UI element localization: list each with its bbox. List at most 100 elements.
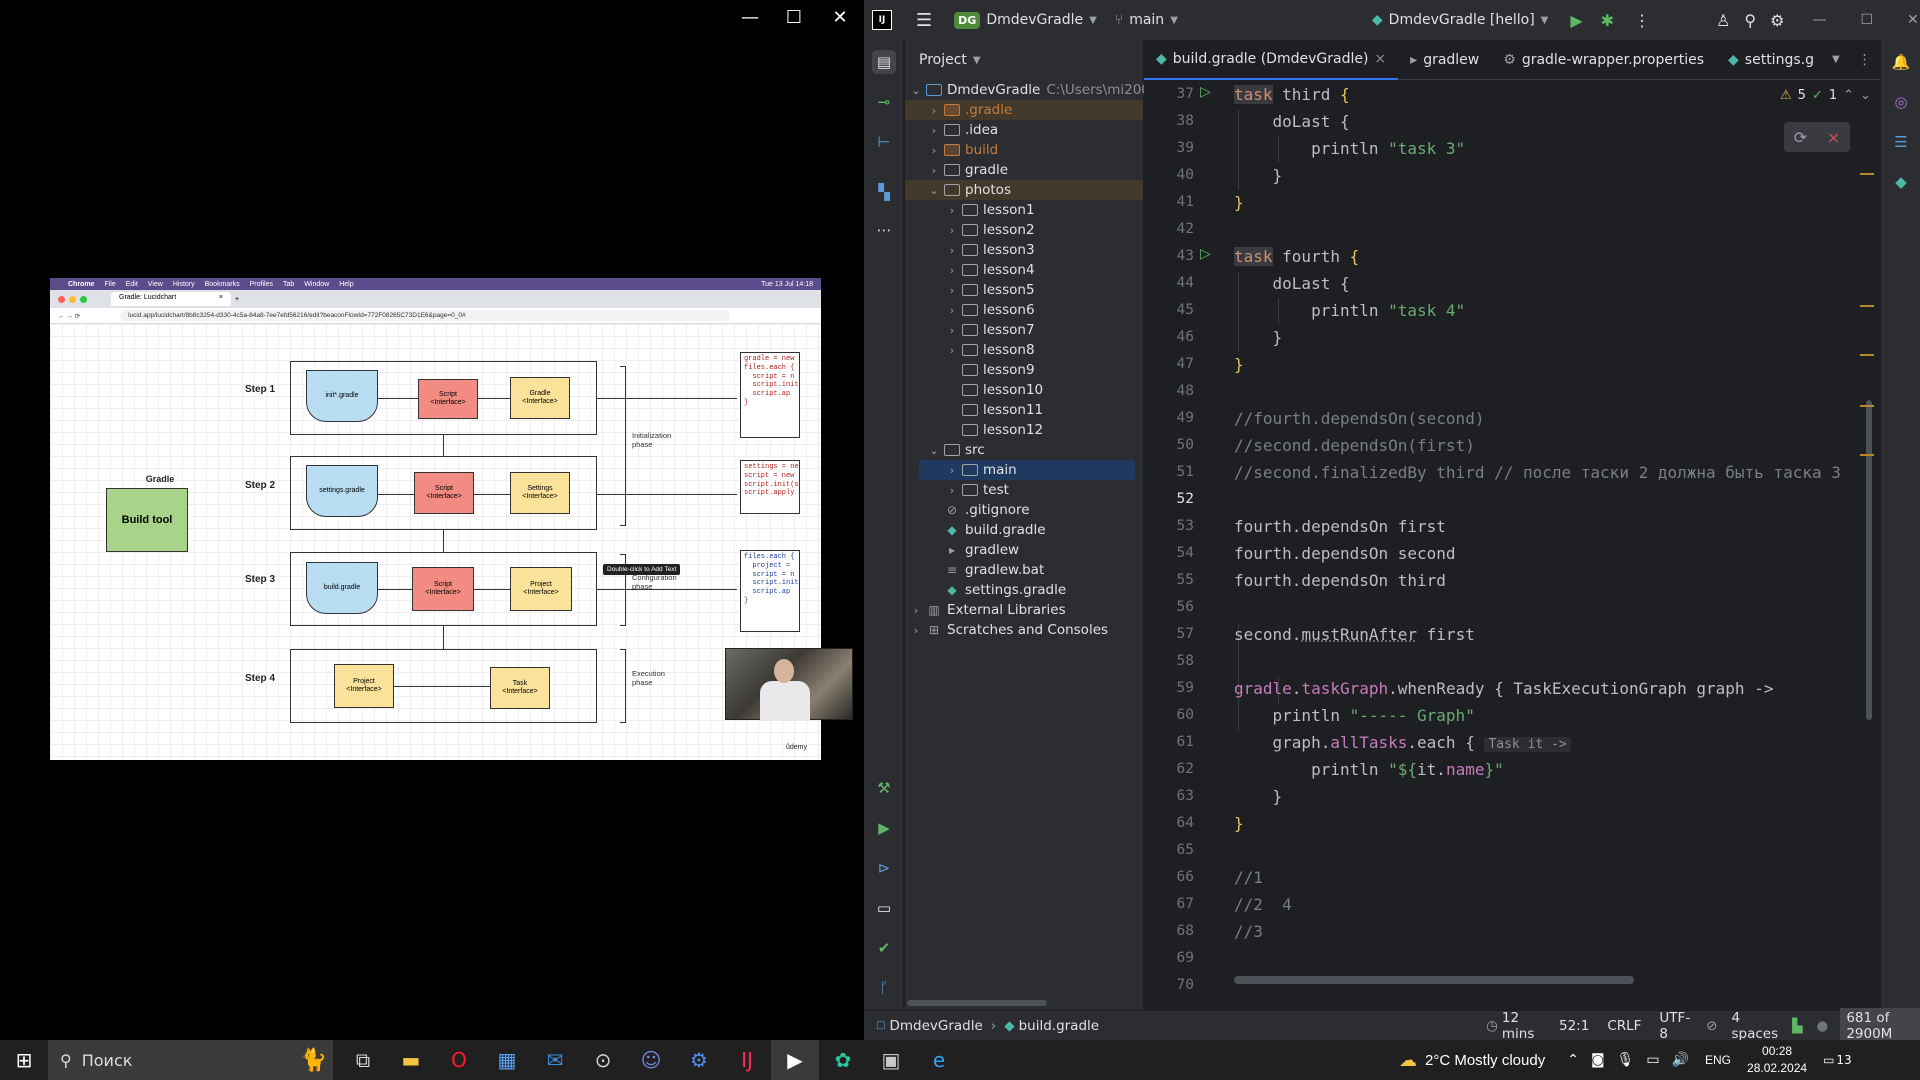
code-line[interactable]: doLast { [1234, 274, 1350, 293]
close-button[interactable]: ✕ [818, 2, 862, 32]
minimize-button[interactable]: — [728, 2, 772, 32]
commit-icon[interactable]: ⊸ [872, 90, 896, 114]
tree-root[interactable]: ⌄ DmdevGradle C:\Users\mi200\ [909, 80, 1154, 100]
tab-gradlew[interactable]: ▸ gradlew [1398, 40, 1491, 80]
code-line[interactable]: doLast { [1234, 112, 1350, 131]
structure-icon[interactable]: ⊢ [872, 130, 896, 154]
code-comment[interactable]: //2 4 [1234, 895, 1292, 914]
tab-build-gradle[interactable]: ◆ build.gradle (DmdevGradle) × [1144, 40, 1399, 80]
tab-settings-gradle[interactable]: ◆ settings.g [1716, 40, 1826, 80]
media-player-icon[interactable]: ▶ [771, 1040, 819, 1080]
tree-item[interactable]: lesson9 [945, 360, 1035, 380]
code-line[interactable]: fourth.dependsOn third [1234, 571, 1446, 590]
code-line[interactable]: gradle.taskGraph.whenReady { TaskExecuti… [1234, 679, 1773, 698]
edge-icon[interactable]: e [915, 1040, 963, 1080]
git-icon[interactable]: ᚴ [872, 976, 896, 1000]
add-user-icon[interactable]: ♙ [1716, 11, 1730, 30]
code-line[interactable]: } [1234, 355, 1244, 374]
line-separator[interactable]: CRLF [1607, 1018, 1641, 1034]
volume-icon[interactable]: 🔊 [1672, 1052, 1689, 1068]
memory-indicator[interactable]: 681 of 2900M [1840, 1007, 1920, 1044]
tree-item[interactable]: › gradle [927, 160, 1008, 180]
indent-setting[interactable]: 4 spaces [1732, 1010, 1779, 1042]
code-line[interactable]: println "${it.name}" [1234, 760, 1504, 779]
code-line[interactable]: second.mustRunAfter first [1234, 625, 1475, 644]
gradle-icon[interactable]: ◆ [1889, 170, 1913, 194]
app-icon[interactable]: ✿ [819, 1040, 867, 1080]
tree-item[interactable]: › .idea [927, 120, 998, 140]
chevron-up-icon[interactable]: ⌃ [1567, 1052, 1579, 1068]
code-line[interactable]: fourth.dependsOn first [1234, 517, 1446, 536]
tree-item[interactable]: ⌄ photos [927, 180, 1011, 200]
more-tools-icon[interactable]: ⋯ [872, 218, 896, 242]
build-hammer-icon[interactable]: ⚒ [872, 776, 896, 800]
notification-center[interactable]: ▭ 13 [1823, 1053, 1852, 1067]
clock[interactable]: 00:28 28.02.2024 [1747, 1043, 1807, 1077]
horizontal-scrollbar[interactable] [907, 1000, 1047, 1006]
code-comment[interactable]: //1 [1234, 868, 1263, 887]
code-line[interactable]: task fourth { [1234, 247, 1359, 266]
tree-item[interactable]: › test [945, 480, 1009, 500]
tree-item[interactable]: lesson10 [945, 380, 1043, 400]
tree-item[interactable]: › ⊞ Scratches and Consoles [909, 620, 1108, 640]
main-menu-icon[interactable]: ☰ [916, 10, 932, 31]
tree-item[interactable]: › lesson5 [945, 280, 1035, 300]
tree-item[interactable]: › lesson6 [945, 300, 1035, 320]
run-icon[interactable]: ▶ [1570, 11, 1582, 30]
tree-item[interactable]: ≡ gradlew.bat [927, 560, 1044, 580]
run-config-selector[interactable]: ◆ DmdevGradle [hello] ▼ [1372, 12, 1548, 28]
debug-icon[interactable]: ✱ [1601, 11, 1614, 30]
tree-item[interactable]: › lesson7 [945, 320, 1035, 340]
project-selector[interactable]: DG DmdevGradle ▼ [954, 11, 1097, 29]
discord-icon[interactable]: ☺ [627, 1040, 675, 1080]
tree-item[interactable]: › main [945, 460, 1017, 480]
opera-icon[interactable]: O [435, 1040, 483, 1080]
status-circle-icon[interactable]: ● [1817, 1018, 1829, 1034]
file-explorer-icon[interactable]: ▬ [387, 1040, 435, 1080]
app-icon[interactable]: ▣ [867, 1040, 915, 1080]
tree-item[interactable]: lesson12 [945, 420, 1043, 440]
services-icon[interactable]: ⊳ [872, 856, 896, 880]
readonly-icon[interactable]: ⊘ [1706, 1018, 1717, 1034]
tree-item[interactable]: lesson11 [945, 400, 1043, 420]
database-icon[interactable]: ☰ [1889, 130, 1913, 154]
settings-gear-icon[interactable]: ⚙ [1770, 11, 1784, 30]
code-line[interactable]: } [1234, 328, 1283, 347]
tree-item[interactable]: ⌄ src [927, 440, 984, 460]
notifications-icon[interactable]: 🔔 [1889, 50, 1913, 74]
tree-item[interactable]: › .gradle [927, 100, 1013, 120]
tree-item[interactable]: › lesson3 [945, 240, 1035, 260]
code-line[interactable]: println "----- Graph" [1234, 706, 1475, 725]
chevron-down-icon[interactable]: ▼ [1832, 54, 1840, 65]
vcs-icon[interactable]: ▙ [1792, 1018, 1802, 1034]
code-line[interactable]: println "task 4" [1234, 301, 1465, 320]
tree-item[interactable]: › lesson2 [945, 220, 1035, 240]
code-line[interactable]: fourth.dependsOn second [1234, 544, 1456, 563]
inspection-widget[interactable]: ⚠ 5 ✓ 1 ⌃ ⌄ [1780, 88, 1871, 103]
camera-icon[interactable]: ◙ [1591, 1052, 1605, 1068]
mail-icon[interactable]: ✉ [531, 1040, 579, 1080]
code-comment[interactable]: //fourth.dependsOn(second) [1234, 409, 1484, 428]
problems-check-icon[interactable]: ✔ [872, 936, 896, 960]
branch-selector[interactable]: ⑂ main ▼ [1115, 12, 1178, 28]
code-comment[interactable]: //3 [1234, 922, 1263, 941]
horizontal-scrollbar[interactable] [1234, 976, 1634, 984]
code-line[interactable]: } [1234, 787, 1283, 806]
code-line[interactable]: println "task 3" [1234, 139, 1465, 158]
chevron-up-icon[interactable]: ⌃ [1843, 88, 1854, 103]
tree-item[interactable]: › lesson1 [945, 200, 1035, 220]
run-icon[interactable]: ▶ [872, 816, 896, 840]
network-icon[interactable]: ▭ [1646, 1052, 1659, 1068]
file-encoding[interactable]: UTF-8 [1659, 1010, 1690, 1042]
microsoft-store-icon[interactable]: ▦ [483, 1040, 531, 1080]
code-line[interactable]: graph.allTasks.each { Task it -> [1234, 733, 1571, 752]
tab-gradle-wrapper-properties[interactable]: ⚙ gradle-wrapper.properties [1491, 40, 1716, 80]
steam-icon[interactable]: ⊙ [579, 1040, 627, 1080]
tree-item[interactable]: › lesson8 [945, 340, 1035, 360]
settings-app-icon[interactable]: ⚙ [675, 1040, 723, 1080]
ai-assistant-icon[interactable]: ◎ [1889, 90, 1913, 114]
plugins-icon[interactable]: ▚ [872, 180, 896, 204]
intellij-taskbar-icon[interactable]: IJ [723, 1040, 771, 1080]
minimize-button[interactable]: — [1812, 12, 1826, 28]
terminal-icon[interactable]: ▭ [872, 896, 896, 920]
